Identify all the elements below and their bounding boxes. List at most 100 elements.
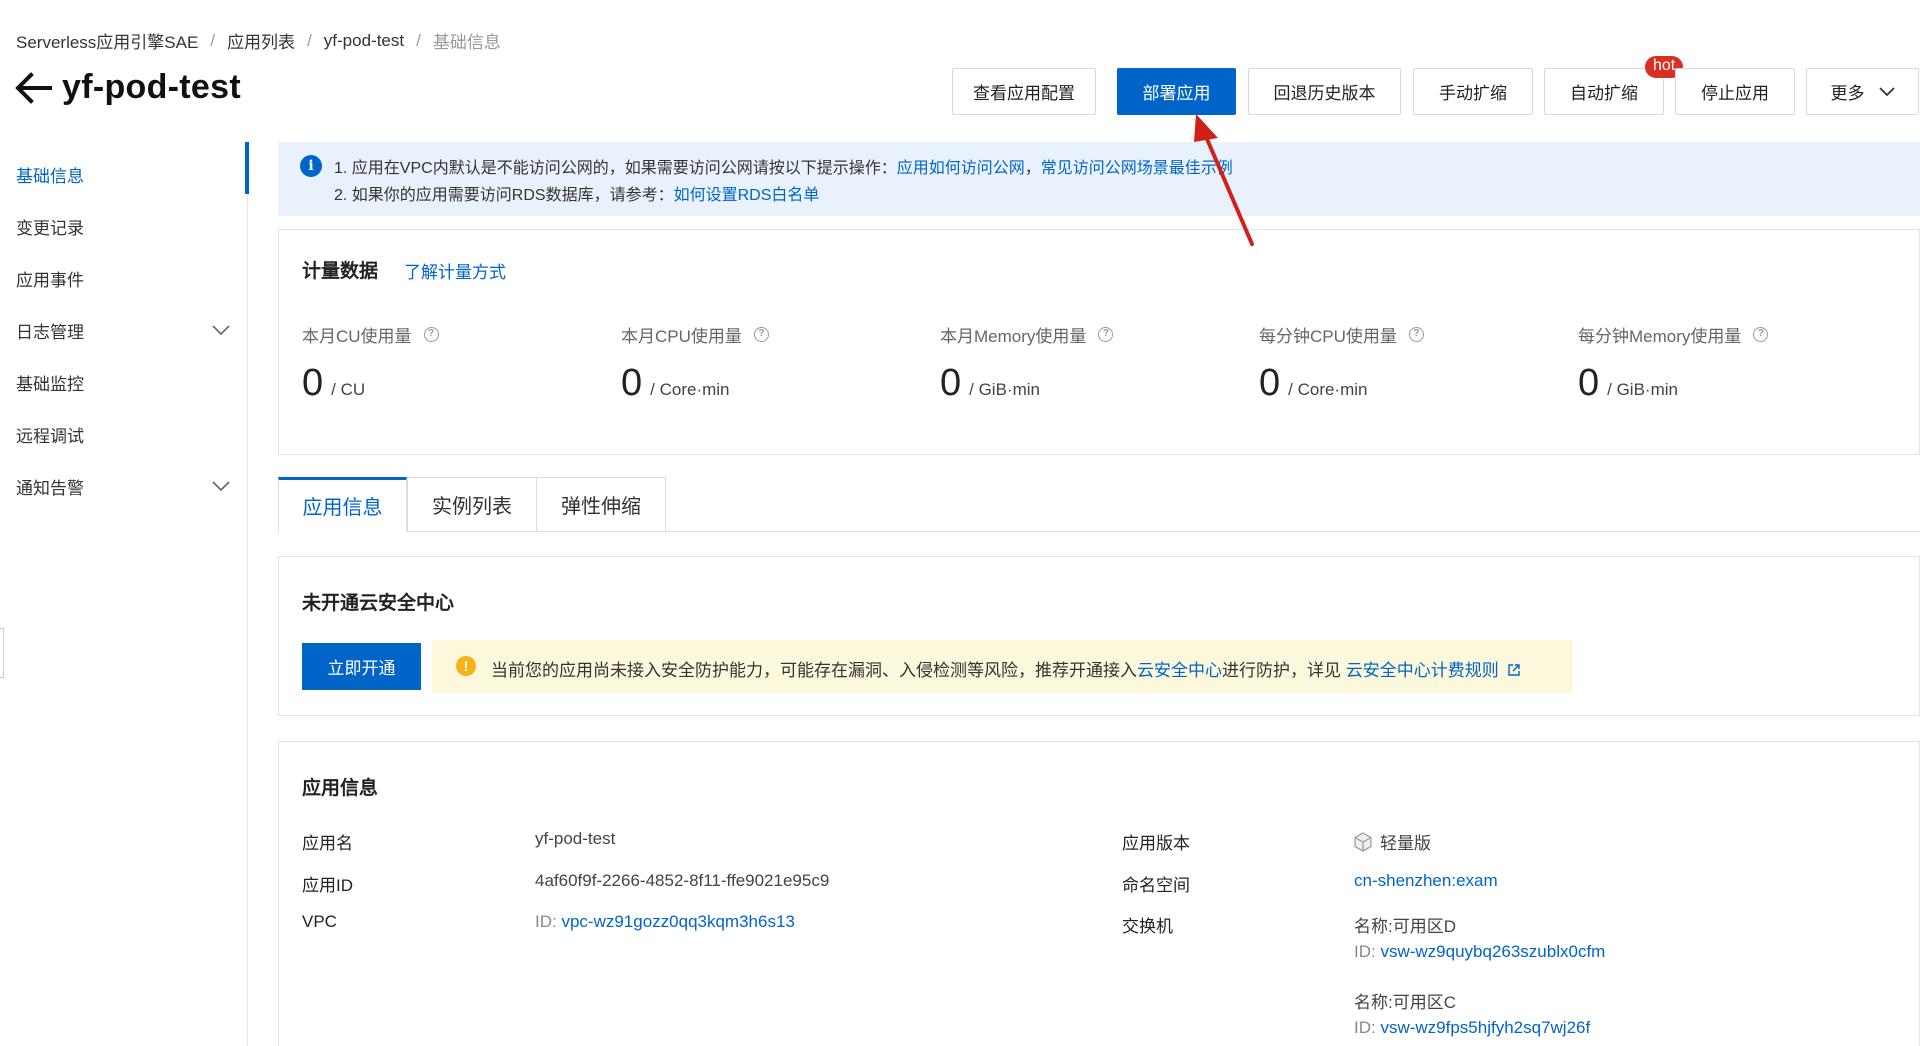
auto-scale-button[interactable]: 自动扩缩 (1544, 68, 1664, 115)
app-id-label: 应用ID (302, 876, 353, 895)
vpc-id-prefix: ID: (535, 912, 562, 931)
help-icon[interactable]: ? (1753, 327, 1769, 342)
namespace-label: 命名空间 (1122, 876, 1190, 895)
stop-app-button[interactable]: 停止应用 (1675, 68, 1795, 115)
help-icon[interactable]: ? (753, 327, 769, 342)
breadcrumb: Serverless应用引擎SAE / 应用列表 / yf-pod-test /… (16, 28, 501, 53)
vswitch-id: ID: vsw-wz9fps5hjfyh2sq7wj26f (1354, 1018, 1590, 1038)
tab-instance-list[interactable]: 实例列表 (407, 477, 537, 532)
metric-label-month-cpu: 本月CPU使用量? (621, 322, 769, 347)
billing-rules-link[interactable]: 云安全中心计费规则 (1346, 661, 1521, 680)
back-arrow-icon[interactable] (14, 71, 52, 105)
namespace-link[interactable]: cn-shenzhen:exam (1354, 871, 1498, 891)
internet-access-link[interactable]: 应用如何访问公网 (897, 160, 1025, 177)
collapse-handle[interactable] (0, 628, 4, 678)
app-version-value: 轻量版 (1354, 829, 1431, 854)
app-name-label: 应用名 (302, 834, 353, 853)
metric-label-text: 每分钟CPU使用量 (1259, 327, 1397, 346)
security-warning-text: 当前您的应用尚未接入安全防护能力，可能存在漏洞、入侵检测等风险，推荐开通接入云安… (491, 656, 1521, 681)
vpc-value: ID: vpc-wz91gozz0qq3kqm3h6s13 (535, 912, 795, 932)
notice-line-2-text: 2. 如果你的应用需要访问RDS数据库，请参考： (334, 187, 674, 204)
vswitch-name: 名称:可用区D (1354, 917, 1456, 936)
metric-value-month-memory: 0 / GiB·min (940, 362, 1040, 405)
breadcrumb-app-list[interactable]: 应用列表 (227, 28, 295, 53)
app-info-card (278, 741, 1920, 1046)
metric-number: 0 (302, 362, 324, 404)
manual-scale-button[interactable]: 手动扩缩 (1413, 68, 1533, 115)
warning-icon: ! (456, 656, 476, 676)
more-label: 更多 (1830, 84, 1865, 103)
help-icon[interactable]: ? (423, 327, 439, 342)
security-center-link[interactable]: 云安全中心 (1137, 661, 1222, 680)
sidebar-item-remote-debug[interactable]: 远程调试 (16, 422, 84, 447)
metric-value-minute-cpu: 0 / Core·min (1259, 362, 1368, 405)
enable-now-button[interactable]: 立即开通 (302, 643, 421, 690)
sidebar: 基础信息 变更记录 应用事件 日志管理 基础监控 远程调试 通知告警 (0, 142, 248, 1042)
security-warning: ! 当前您的应用尚未接入安全防护能力，可能存在漏洞、入侵检测等风险，推荐开通接入… (432, 640, 1573, 693)
metering-method-link[interactable]: 了解计量方式 (404, 258, 506, 283)
notice-line-1-text: 1. 应用在VPC内默认是不能访问公网的，如果需要访问公网请按以下提示操作： (334, 160, 897, 177)
vpc-id-link[interactable]: vpc-wz91gozz0qq3kqm3h6s13 (561, 912, 794, 931)
sidebar-item-log-management[interactable]: 日志管理 (16, 318, 84, 343)
notice-line-1: 1. 应用在VPC内默认是不能访问公网的，如果需要访问公网请按以下提示操作：应用… (334, 154, 1233, 178)
sidebar-item-app-events[interactable]: 应用事件 (16, 266, 84, 291)
chevron-down-icon[interactable] (212, 480, 230, 492)
security-center-title: 未开通云安全中心 (302, 593, 455, 614)
metering-title: 计量数据 (302, 261, 379, 282)
warning-prefix: 当前您的应用尚未接入安全防护能力，可能存在漏洞、入侵检测等风险，推荐开通接入 (491, 661, 1137, 680)
rollback-version-button[interactable]: 回退历史版本 (1248, 68, 1401, 115)
metric-number: 0 (621, 362, 643, 404)
view-config-button[interactable]: 查看应用配置 (952, 68, 1096, 115)
sidebar-item-change-records[interactable]: 变更记录 (16, 214, 84, 239)
metric-value-month-cu: 0 / CU (302, 362, 365, 405)
warning-middle: 进行防护，详见 (1222, 661, 1346, 680)
breadcrumb-separator: / (416, 30, 421, 50)
app-version-text: 轻量版 (1380, 834, 1431, 853)
deploy-app-button[interactable]: 部署应用 (1117, 68, 1236, 115)
sidebar-item-basic-info[interactable]: 基础信息 (16, 162, 84, 187)
tab-app-info[interactable]: 应用信息 (278, 477, 407, 532)
metric-number: 0 (1578, 362, 1600, 404)
metric-unit: / GiB·min (1607, 380, 1678, 399)
sidebar-active-indicator (245, 142, 249, 194)
vswitch-name: 名称:可用区C (1354, 993, 1456, 1012)
vswitch-label: 交换机 (1122, 917, 1173, 936)
vswitch-id-link[interactable]: vsw-wz9fps5hjfyh2sq7wj26f (1380, 1018, 1590, 1037)
metric-label-text: 本月CU使用量 (302, 327, 412, 346)
vswitch-id: ID: vsw-wz9quybq263szublx0cfm (1354, 942, 1605, 962)
annotation-arrow-icon (1194, 114, 1254, 246)
sidebar-item-notification-alerts[interactable]: 通知告警 (16, 474, 84, 499)
billing-rules-label: 云安全中心计费规则 (1345, 661, 1499, 680)
page-title: yf-pod-test (62, 68, 241, 106)
help-icon[interactable]: ? (1098, 327, 1114, 342)
chevron-down-icon[interactable] (212, 324, 230, 336)
metric-unit: / Core·min (650, 380, 730, 399)
vswitch-id-link[interactable]: vsw-wz9quybq263szublx0cfm (1380, 942, 1605, 961)
metric-label-text: 本月CPU使用量 (621, 327, 742, 346)
vswitch-id-prefix: ID: (1354, 1018, 1381, 1037)
rds-whitelist-link[interactable]: 如何设置RDS白名单 (674, 187, 820, 204)
app-name-value: yf-pod-test (535, 829, 616, 848)
vswitch-id-prefix: ID: (1354, 942, 1381, 961)
sidebar-divider (247, 142, 248, 1046)
metric-unit: / CU (331, 380, 366, 399)
vpc-label: VPC (302, 912, 337, 931)
metric-label-text: 每分钟Memory使用量 (1578, 327, 1742, 346)
app-id-value: 4af60f9f-2266-4852-8f11-ffe9021e95c9 (535, 871, 830, 890)
metric-number: 0 (940, 362, 962, 404)
breadcrumb-app[interactable]: yf-pod-test (324, 31, 404, 51)
metric-number: 0 (1259, 362, 1281, 404)
more-dropdown-button[interactable]: 更多 (1806, 68, 1919, 115)
metric-unit: / GiB·min (969, 380, 1040, 399)
chevron-down-icon (1878, 86, 1895, 96)
breadcrumb-sae[interactable]: Serverless应用引擎SAE (16, 28, 198, 53)
metric-value-month-cpu: 0 / Core·min (621, 362, 730, 405)
breadcrumb-separator: / (307, 30, 312, 50)
metric-unit: / Core·min (1288, 380, 1368, 399)
tab-elastic-scaling[interactable]: 弹性伸缩 (536, 477, 666, 532)
sidebar-item-basic-monitoring[interactable]: 基础监控 (16, 370, 84, 395)
metric-label-minute-cpu: 每分钟CPU使用量? (1259, 322, 1424, 347)
metric-label-text: 本月Memory使用量 (940, 327, 1087, 346)
metric-label-month-cu: 本月CU使用量? (302, 322, 439, 347)
help-icon[interactable]: ? (1408, 327, 1424, 342)
